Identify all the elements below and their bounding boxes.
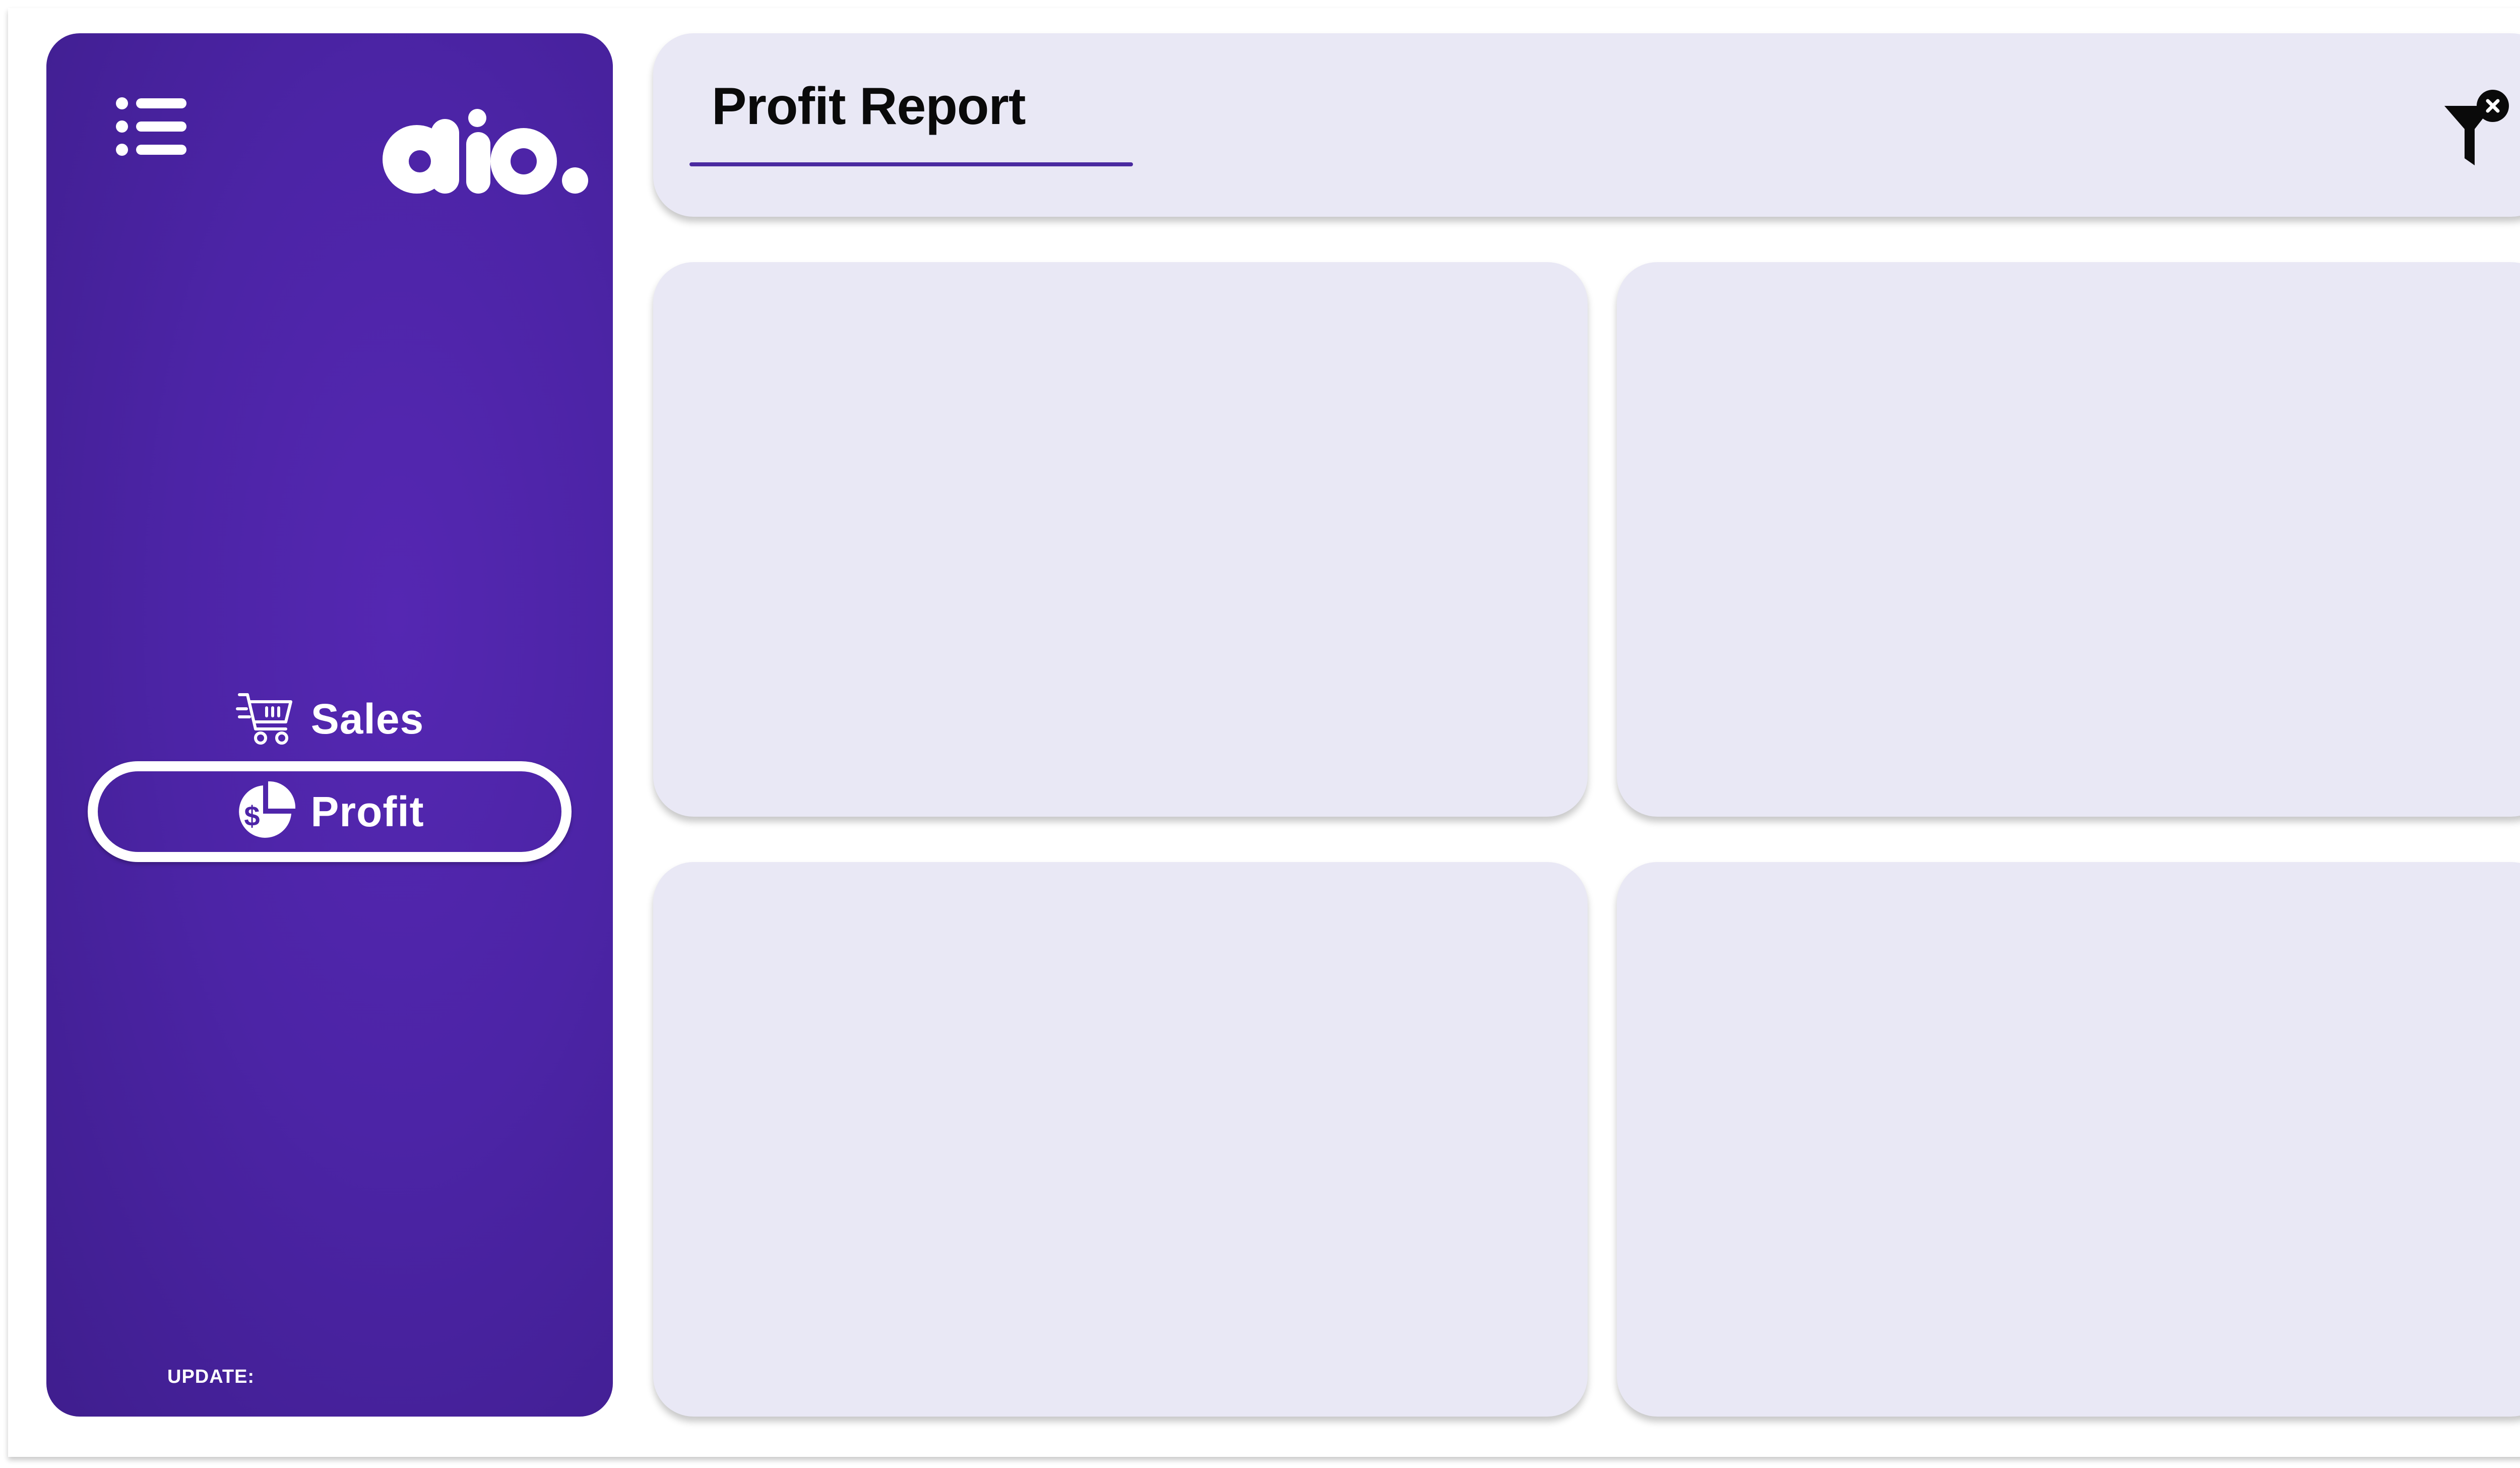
title-underline [689,162,1133,166]
sidebar-item-sales[interactable]: Sales [46,684,613,754]
sidebar: Sales $ Profit UPDATE: [46,33,613,1417]
report-card-bottom-left [653,862,1588,1417]
update-label: UPDATE: [167,1366,255,1387]
page-title: Profit Report [712,77,1026,136]
clear-filter-icon[interactable] [2442,90,2513,170]
sidebar-item-label: Profit [310,787,424,835]
report-card-top-right [1617,262,2520,817]
menu-icon[interactable] [116,96,186,157]
svg-text:$: $ [244,800,260,832]
pie-chart-dollar-icon: $ [239,781,296,838]
page-header: Profit Report [653,33,2520,217]
sidebar-item-profit[interactable]: $ Profit [88,761,572,862]
brand-logo [383,109,588,195]
report-card-top-left [653,262,1588,817]
shopping-cart-icon [235,693,292,745]
report-card-bottom-right [1617,862,2520,1417]
sidebar-item-label: Sales [310,695,424,743]
